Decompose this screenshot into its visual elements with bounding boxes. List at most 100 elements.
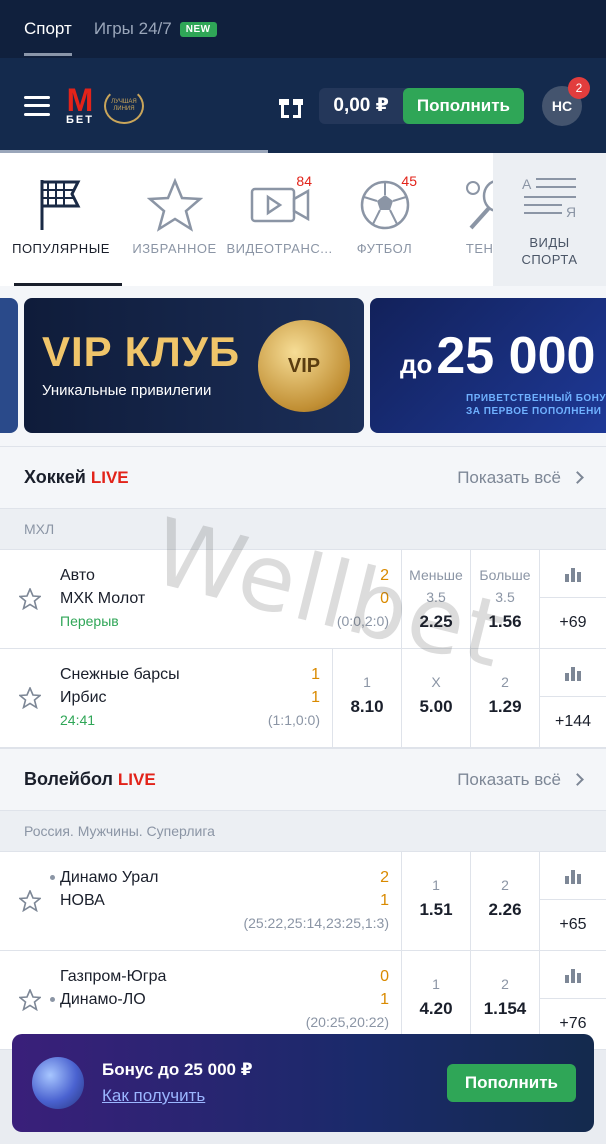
show-all-link[interactable]: Показать всё: [457, 468, 584, 488]
odd-label: 1: [432, 976, 440, 992]
more-markets-button[interactable]: +65: [540, 900, 606, 950]
vip-coin-icon: VIP: [258, 320, 350, 412]
how-to-get-link[interactable]: Как получить: [102, 1086, 205, 1106]
new-badge: NEW: [179, 21, 217, 37]
odd-value: 5.00: [419, 697, 453, 716]
bonus-caption: ПРИВЕТСТВЕННЫЙ БОНУ ЗА ПЕРВОЕ ПОПОЛНЕНИ: [466, 392, 606, 418]
league-header[interactable]: Россия. Мужчины. Суперлига: [0, 810, 606, 852]
odd-button[interactable]: Меньше 3.5 2.25: [401, 550, 470, 648]
odd-button[interactable]: Больше 3.5 1.56: [470, 550, 539, 648]
ball-icon: [32, 1057, 84, 1109]
bonus-caption-line2: ЗА ПЕРВОЕ ПОПОЛНЕНИ: [466, 406, 602, 417]
team-name: Ирбис: [60, 689, 107, 706]
sport-label: ФУТБОЛ: [356, 241, 413, 256]
score: 0: [380, 590, 389, 607]
match-time: 24:41: [60, 712, 96, 728]
odd-value: 2.26: [488, 900, 522, 919]
team-name: Авто: [60, 567, 95, 584]
sport-types-line2: СПОРТА: [521, 252, 578, 267]
odd-label: 2: [501, 976, 509, 992]
odd-label: 2: [501, 877, 509, 893]
odd-label: Больше: [479, 567, 531, 583]
sport-label: ИЗБРАННОЕ: [132, 241, 217, 256]
match-detail: (1:1,0:0): [267, 712, 320, 728]
show-all-link[interactable]: Показать всё: [457, 770, 584, 790]
odd-value: 1.154: [483, 999, 527, 1018]
odd-label: 1: [363, 674, 371, 690]
avatar[interactable]: НС 2: [542, 76, 590, 126]
team-name: Снежные барсы: [60, 666, 180, 683]
stats-icon[interactable]: [540, 852, 606, 900]
match-row[interactable]: Динамо Урал 2 НОВА 1 (25:22,25:14,23:25,1:…: [0, 852, 606, 951]
award-laurel-icon: ЛУЧШАЯ ЛИНИЯ: [103, 87, 144, 124]
sport-item-video[interactable]: 84 ВИДЕОТРАНС...: [226, 153, 332, 286]
score: 1: [311, 689, 320, 706]
flag-icon: [38, 177, 84, 233]
league-header[interactable]: МХЛ: [0, 508, 606, 550]
bonus-amount: до25 000: [400, 326, 595, 386]
odd-button[interactable]: 1 8.10: [332, 649, 401, 747]
score: 1: [311, 666, 320, 683]
logo-bet: БЕТ: [66, 113, 94, 126]
sport-count: 45: [401, 173, 417, 189]
sport-count: 84: [296, 173, 312, 189]
odd-button[interactable]: 2 1.29: [470, 649, 539, 747]
match-status: Перерыв: [60, 613, 119, 629]
deposit-button[interactable]: Пополнить: [402, 87, 524, 124]
more-markets-button[interactable]: +144: [540, 697, 606, 747]
banner-bonus[interactable]: до25 000 ПРИВЕТСТВЕННЫЙ БОНУ ЗА ПЕРВОЕ П…: [370, 298, 606, 433]
team-name: Динамо Урал: [60, 869, 159, 886]
sport-item-popular[interactable]: ПОПУЛЯРНЫЕ: [0, 153, 122, 286]
logo[interactable]: М БЕТ: [66, 81, 94, 126]
section-hockey-header: Хоккей LIVE Показать всё: [0, 446, 606, 508]
match-row[interactable]: Снежные барсы 1 Ирбис 1 24:41 (1:1,0:0) 1 8…: [0, 649, 606, 748]
notification-badge: 2: [568, 76, 590, 99]
team-name: Газпром-Югра: [60, 968, 167, 985]
match-row[interactable]: Авто 2 МХК Молот 0 Перерыв (0:0,2:0) Меньше…: [0, 550, 606, 649]
bonus-bar: Бонус до 25 000 ₽ Как получить Пополнить: [12, 1034, 594, 1132]
star-icon[interactable]: [19, 588, 41, 610]
svg-text:A: A: [522, 176, 532, 192]
tab-sport[interactable]: Спорт: [24, 0, 72, 58]
stats-icon[interactable]: [540, 649, 606, 697]
app-header: М БЕТ ЛУЧШАЯ ЛИНИЯ 0,00 ₽ Пополнить НС 2: [0, 58, 606, 153]
gift-icon[interactable]: [279, 94, 304, 118]
star-icon[interactable]: [19, 890, 41, 912]
live-label: LIVE: [90, 467, 129, 487]
list-icon: AЯ: [522, 170, 578, 226]
sport-item-football[interactable]: 45 ФУТБОЛ: [332, 153, 437, 286]
score: 1: [380, 991, 389, 1008]
stats-icon[interactable]: [540, 550, 606, 598]
tab-games[interactable]: Игры 24/7 NEW: [94, 0, 217, 58]
star-icon[interactable]: [19, 687, 41, 709]
banner-vip[interactable]: VIP КЛУБ Уникальные привилегии VIP: [24, 298, 364, 433]
odd-label: 2: [501, 674, 509, 690]
svg-text:Я: Я: [566, 204, 576, 220]
banner-previous[interactable]: [0, 298, 18, 433]
score: 1: [380, 892, 389, 909]
team-name: Динамо-ЛО: [60, 991, 146, 1008]
score: 2: [380, 567, 389, 584]
odd-label: X: [431, 674, 441, 690]
odd-button[interactable]: 1 1.51: [401, 852, 470, 950]
odd-button[interactable]: 2 2.26: [470, 852, 539, 950]
sport-types-line1: ВИДЫ: [529, 235, 570, 250]
balance[interactable]: 0,00 ₽: [319, 88, 402, 124]
section-title: Волейбол: [24, 769, 113, 789]
score: 0: [380, 968, 389, 985]
team-name: НОВА: [60, 892, 105, 909]
logo-m: М: [66, 81, 94, 118]
stats-icon[interactable]: [540, 951, 606, 999]
odd-label: Меньше: [409, 567, 463, 583]
sport-types-button[interactable]: AЯ ВИДЫ СПОРТА: [493, 153, 606, 286]
more-markets-button[interactable]: +69: [540, 598, 606, 648]
star-icon[interactable]: [19, 989, 41, 1011]
bonus-deposit-button[interactable]: Пополнить: [446, 1064, 576, 1102]
top-tabs: Спорт Игры 24/7 NEW: [0, 0, 606, 58]
sport-item-favorites[interactable]: ИЗБРАННОЕ: [122, 153, 227, 286]
match-detail: (0:0,2:0): [336, 613, 389, 629]
odd-value: 4.20: [419, 999, 453, 1018]
score: 2: [380, 869, 389, 886]
odd-button[interactable]: X 5.00: [401, 649, 470, 747]
menu-icon[interactable]: [24, 95, 50, 116]
